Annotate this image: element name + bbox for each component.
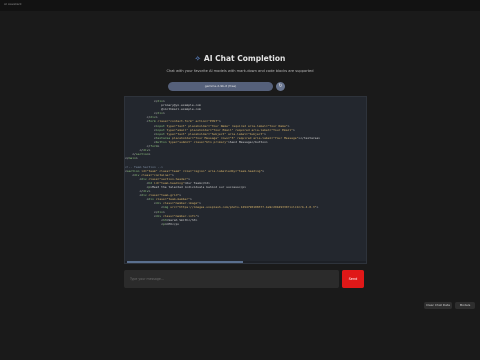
- model-selector-row: gemma-2-9b-it (free) ↻: [168, 82, 286, 91]
- code-token: >: [157, 144, 160, 149]
- window-title: AI Assistant: [4, 2, 22, 6]
- refresh-icon[interactable]: ↻: [276, 82, 285, 91]
- code-token: >: [162, 111, 165, 116]
- page-subtitle: Chat with your favorite AI models with m…: [166, 69, 314, 73]
- send-button[interactable]: Send: [342, 270, 364, 288]
- code-token: >: [293, 127, 295, 132]
- code-token: >: [197, 213, 200, 218]
- model-select[interactable]: gemma-2-9b-it (free): [168, 82, 273, 91]
- horizontal-scrollbar[interactable]: [125, 261, 366, 263]
- sparkle-icon: ✧: [194, 54, 201, 63]
- code-token: >: [316, 205, 319, 210]
- scrollbar-thumb[interactable]: [127, 261, 243, 263]
- code-token: >: [135, 156, 138, 161]
- models-button[interactable]: Models: [455, 302, 475, 309]
- code-token: main: [128, 156, 136, 161]
- chat-input[interactable]: [124, 270, 339, 288]
- chat-input-container: [124, 270, 339, 288]
- code-token: >: [262, 168, 265, 173]
- code-token: @ninthmail.example.com: [161, 107, 201, 112]
- code-token: >Meet the talented individuals behind ou…: [150, 184, 247, 189]
- code-token: ></textarea>: [298, 135, 321, 140]
- code-line: <p>CEO</p>: [125, 222, 366, 226]
- code-token: >Send Message</button>: [227, 139, 268, 144]
- code-token: form: [150, 144, 158, 149]
- code-token: src="https://images.unsplash.com/photo-1…: [168, 205, 317, 210]
- code-token: <: [125, 221, 163, 226]
- code-token: >: [148, 152, 151, 157]
- window-titlebar: AI Assistant: [0, 0, 480, 11]
- code-token: >CEO</p>: [164, 221, 180, 226]
- page-title-text: AI Chat Completion: [203, 54, 286, 63]
- clear-chat-button[interactable]: Clear Chat Data: [424, 302, 452, 309]
- page-title: ✧ AI Chat Completion: [0, 54, 480, 63]
- code-token: type="submit" class="btn primary": [166, 139, 228, 144]
- code-lines: </div> primary@yo.example.com @ninthmail…: [125, 99, 366, 226]
- code-block: </div> primary@yo.example.com @ninthmail…: [124, 96, 367, 264]
